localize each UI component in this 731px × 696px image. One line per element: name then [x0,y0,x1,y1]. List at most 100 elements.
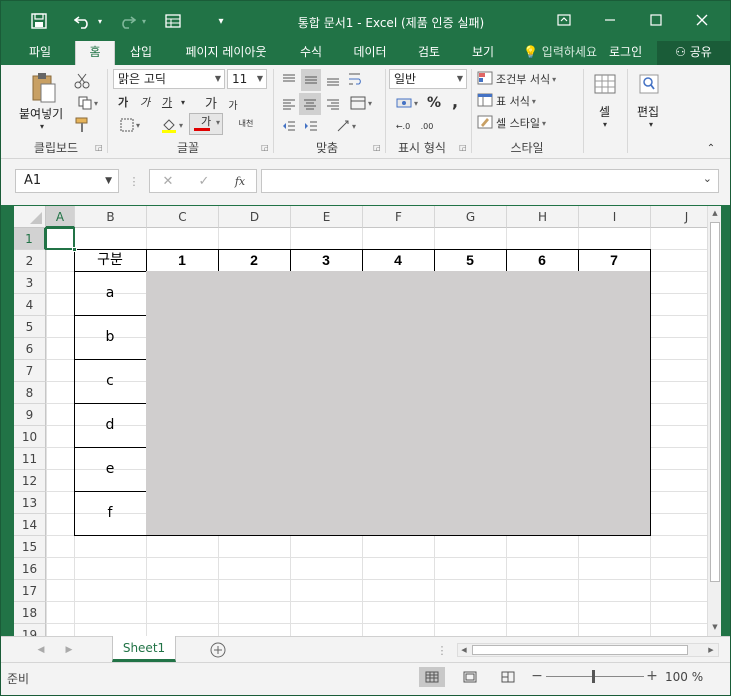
scroll-right-icon[interactable]: ▶ [706,645,716,655]
table-data-cell[interactable] [218,447,291,470]
search-icon[interactable] [635,69,663,99]
table-data-cell[interactable] [578,381,651,404]
table-data-cell[interactable] [506,513,579,536]
row-header-6[interactable]: 6 [14,338,46,360]
decrease-indent-icon[interactable] [279,117,299,135]
zoom-slider-track[interactable] [546,676,644,677]
zoom-in-icon[interactable]: + [646,668,658,684]
table-data-cell[interactable] [290,425,363,448]
tab-page-layout[interactable]: 페이지 레이아웃 [173,41,279,65]
table-data-cell[interactable] [146,469,219,492]
table-data-cell[interactable] [146,337,219,360]
accounting-format-icon[interactable]: ▾ [391,93,423,113]
cut-icon[interactable] [71,71,93,91]
vertical-scroll-thumb[interactable] [710,222,720,582]
italic-button[interactable]: 가 [137,93,153,111]
tab-home[interactable]: 홈 [75,41,115,65]
table-data-cell[interactable] [578,293,651,316]
table-data-cell[interactable] [290,469,363,492]
table-data-cell[interactable] [362,469,435,492]
tab-view[interactable]: 보기 [461,41,505,65]
table-data-cell[interactable] [290,447,363,470]
table-data-cell[interactable] [290,381,363,404]
table-data-cell[interactable] [218,337,291,360]
form-icon[interactable] [161,10,185,32]
table-header-number[interactable]: 3 [290,249,363,272]
row-header-3[interactable]: 3 [14,272,46,294]
table-data-cell[interactable] [578,469,651,492]
redo-dropdown-icon[interactable]: ▾ [139,10,149,32]
row-header-12[interactable]: 12 [14,470,46,492]
customize-quick-access-icon[interactable]: ▾ [209,10,233,32]
table-data-cell[interactable] [362,315,435,338]
normal-view-icon[interactable] [419,667,445,687]
select-all-corner[interactable] [14,206,46,228]
column-header-g[interactable]: G [435,206,507,228]
table-data-cell[interactable] [218,359,291,382]
editing-button[interactable]: 편집 [637,103,659,120]
table-data-cell[interactable] [506,403,579,426]
scroll-up-icon[interactable]: ▲ [710,208,720,218]
borders-icon[interactable]: ▾ [115,115,145,135]
table-data-cell[interactable] [362,381,435,404]
column-header-i[interactable]: I [579,206,651,228]
cells-icon[interactable] [591,69,619,99]
tab-data[interactable]: 데이터 [343,41,397,65]
table-data-cell[interactable] [146,359,219,382]
table-data-cell[interactable] [290,271,363,294]
column-header-h[interactable]: H [507,206,579,228]
clipboard-launcher-icon[interactable]: ◲ [95,143,103,152]
table-header-number[interactable]: 1 [146,249,219,272]
undo-dropdown-icon[interactable]: ▾ [95,10,105,32]
vertical-scrollbar[interactable]: ▲ ▼ [707,206,721,636]
paste-icon[interactable] [25,71,63,105]
increase-decimal-button[interactable]: ←.0 [391,117,415,135]
underline-dropdown-icon[interactable]: ▾ [177,95,189,109]
table-data-cell[interactable] [362,337,435,360]
underline-button[interactable]: 가 [159,93,175,111]
row-header-17[interactable]: 17 [14,580,46,602]
table-data-cell[interactable] [290,403,363,426]
table-data-cell[interactable] [218,315,291,338]
table-data-cell[interactable] [506,359,579,382]
table-data-cell[interactable] [434,359,507,382]
row-header-19[interactable]: 19 [14,624,46,636]
table-data-cell[interactable] [434,425,507,448]
next-sheet-icon[interactable]: ▶ [63,643,75,657]
format-painter-icon[interactable] [71,115,93,135]
table-data-cell[interactable] [506,491,579,514]
page-break-view-icon[interactable] [495,667,521,687]
add-sheet-icon[interactable] [209,641,227,659]
table-data-cell[interactable] [146,271,219,294]
scroll-left-icon[interactable]: ◀ [459,645,469,655]
table-data-cell[interactable] [218,491,291,514]
table-data-cell[interactable] [362,403,435,426]
font-name-select[interactable]: 맑은 고딕 ▼ [113,69,225,89]
worksheet-grid[interactable]: ABCDEFGHIJ 1 2 3 4 5 6 7 8 9 10 11 12 13 14 15 16 17 18 19… [14,206,720,636]
table-data-cell[interactable] [218,469,291,492]
table-data-cell[interactable] [434,293,507,316]
table-data-cell[interactable] [218,425,291,448]
enter-icon[interactable]: ✓ [194,172,214,190]
align-top-icon[interactable] [279,71,299,89]
bold-button[interactable]: 가 [115,93,131,111]
row-header-9[interactable]: 9 [14,404,46,426]
align-center-icon[interactable] [299,93,321,115]
fill-color-icon[interactable]: ▾ [157,115,187,135]
format-as-table-button[interactable]: 표 서식 ▾ [477,91,563,111]
table-data-cell[interactable] [434,315,507,338]
table-data-cell[interactable] [146,447,219,470]
paste-dropdown-icon[interactable]: ▾ [35,121,49,131]
table-data-cell[interactable] [362,425,435,448]
table-data-cell[interactable] [578,315,651,338]
table-data-cell[interactable] [146,293,219,316]
wrap-text-icon[interactable] [345,69,367,89]
table-data-cell[interactable] [506,381,579,404]
table-data-cell[interactable] [434,271,507,294]
comma-style-button[interactable]: , [447,91,463,111]
scroll-down-icon[interactable]: ▼ [710,622,720,632]
table-data-cell[interactable] [362,293,435,316]
table-data-cell[interactable] [146,491,219,514]
table-data-cell[interactable] [218,381,291,404]
row-header-7[interactable]: 7 [14,360,46,382]
